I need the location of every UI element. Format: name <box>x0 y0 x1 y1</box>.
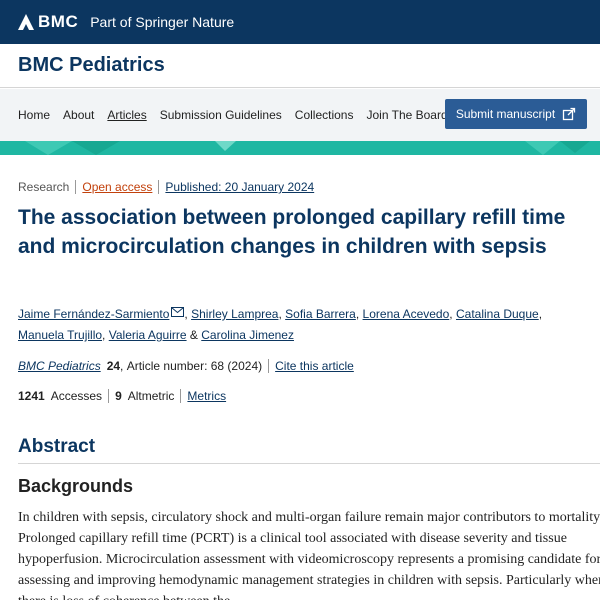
nav-collections[interactable]: Collections <box>295 108 354 122</box>
divider <box>158 180 160 194</box>
author-separator: , <box>538 307 543 321</box>
metrics-row: 1241 Accesses 9 Altmetric Metrics <box>18 389 226 403</box>
published-date-link[interactable]: Published: 20 January 2024 <box>165 180 314 194</box>
backgrounds-heading: Backgrounds <box>18 476 134 496</box>
volume-number: 24 <box>106 359 121 373</box>
author-separator: , <box>355 307 360 321</box>
author-link[interactable]: Lorena Acevedo <box>363 307 450 321</box>
bmc-logo-icon <box>18 14 34 30</box>
article-meta: Research Open access Published: 20 Janua… <box>18 180 314 194</box>
decorative-banner <box>0 141 600 155</box>
author-separator: , <box>102 328 106 342</box>
divider <box>75 180 77 194</box>
accesses-count: 1241 <box>18 389 45 403</box>
brand-name: BMC <box>38 12 79 31</box>
abstract-paragraph: In children with sepsis, circulatory sho… <box>18 510 600 600</box>
nav-articles[interactable]: Articles <box>107 108 146 122</box>
journal-bar: BMC Pediatrics <box>0 44 600 88</box>
author-separator: & <box>189 328 198 342</box>
author-link[interactable]: Valeria Aguirre <box>109 328 187 342</box>
nav-home[interactable]: Home <box>18 108 50 122</box>
divider <box>180 389 182 403</box>
cite-this-article-link[interactable]: Cite this article <box>275 359 354 373</box>
article-number: Article number: 68 (2024) <box>126 359 263 373</box>
nav-submission-guidelines[interactable]: Submission Guidelines <box>160 108 282 122</box>
author-separator: , <box>449 307 453 321</box>
author-list: Jaime Fernández-Sarmiento, Shirley Lampr… <box>18 304 588 346</box>
top-bar: BMC Part of Springer Nature <box>0 0 600 44</box>
main-nav: Home About Articles Submission Guideline… <box>0 89 600 141</box>
journal-name-link[interactable]: BMC Pediatrics <box>18 359 101 373</box>
author-separator: , <box>278 307 282 321</box>
mail-icon[interactable] <box>171 307 185 317</box>
altmetric-count: 9 <box>115 389 122 403</box>
submit-manuscript-button[interactable]: Submit manuscript <box>445 99 587 129</box>
divider <box>18 463 600 464</box>
author-separator: , <box>184 307 188 321</box>
altmetric-label: Altmetric <box>127 389 175 403</box>
abstract-heading: Abstract <box>18 436 96 457</box>
nav-join-the-board[interactable]: Join The Board <box>366 108 447 122</box>
citation-row: BMC Pediatrics 24 , Article number: 68 (… <box>18 359 354 373</box>
bmc-logo[interactable]: BMC <box>18 12 78 32</box>
metrics-link[interactable]: Metrics <box>187 389 226 403</box>
open-access-link[interactable]: Open access <box>82 180 152 194</box>
submit-manuscript-label: Submit manuscript <box>455 107 556 121</box>
accesses-label: Accesses <box>50 389 103 403</box>
author-link[interactable]: Sofia Barrera <box>285 307 356 321</box>
divider <box>268 359 270 373</box>
article-type: Research <box>18 180 70 194</box>
external-link-icon <box>563 107 576 121</box>
article-number-sep: , <box>120 359 127 373</box>
journal-title[interactable]: BMC Pediatrics <box>18 54 165 77</box>
author-link[interactable]: Shirley Lamprea <box>191 307 278 321</box>
author-link[interactable]: Manuela Trujillo <box>18 328 102 342</box>
article-title: The association between prolonged capill… <box>18 206 566 258</box>
author-link[interactable]: Carolina Jimenez <box>201 328 294 342</box>
author-link[interactable]: Catalina Duque <box>456 307 539 321</box>
nav-about[interactable]: About <box>63 108 94 122</box>
author-link[interactable]: Jaime Fernández-Sarmiento <box>18 307 169 321</box>
divider <box>108 389 110 403</box>
publisher-tagline[interactable]: Part of Springer Nature <box>90 14 234 30</box>
